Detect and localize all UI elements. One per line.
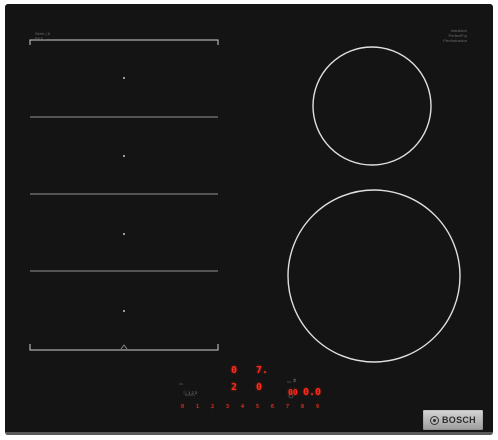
zone-display-bottom-left[interactable]: 2 [231, 383, 237, 393]
slider-step-0[interactable]: 0 [181, 404, 184, 410]
frame-bottom-strip [5, 432, 493, 435]
slider-step-2[interactable]: 2 [211, 404, 214, 410]
slider-step-1[interactable]: 1 [196, 404, 199, 410]
slider-step-4[interactable]: 4 [241, 404, 244, 410]
left-control-caption: ⓘ 1 2 3 [183, 390, 198, 395]
flex-zone-marker-1 [123, 77, 125, 79]
power-touch-slider[interactable]: 0 1 2 3 4 5 6 7 8 9 [177, 403, 327, 411]
slider-step-9[interactable]: 9 [316, 404, 319, 410]
timer-display[interactable]: 0.0 [303, 388, 321, 398]
slider-step-3[interactable]: 3 [226, 404, 229, 410]
series-sub-label: PXX... [35, 36, 47, 41]
zone-display-top-right[interactable]: 7. [256, 366, 268, 376]
slider-step-6[interactable]: 6 [271, 404, 274, 410]
timer-prefix-display: 00 [288, 388, 298, 397]
zone-display-top-left[interactable]: 0 [231, 366, 237, 376]
slider-step-7[interactable]: 7 [286, 404, 289, 410]
bosch-armature-icon [429, 415, 439, 425]
zone-display-bottom-right[interactable]: 0 [256, 383, 262, 393]
slider-step-5[interactable]: 5 [256, 404, 259, 410]
slider-step-8[interactable]: 8 [301, 404, 304, 410]
cooking-zone-top-right [312, 46, 432, 166]
brand-logo-text: BOSCH [441, 415, 476, 425]
feature-label-2: FlexInduction [443, 38, 467, 43]
flex-zone-arrow-mark [120, 344, 128, 350]
flex-zone-top-bracket [29, 39, 219, 45]
cooktop-glass: Serie | 8 PXX... Induktion PerfectFry Fl… [5, 4, 493, 435]
cooking-zones-graphic [29, 39, 461, 399]
flex-zone-marker-3 [123, 233, 125, 235]
brand-logo-plate: BOSCH [423, 410, 483, 430]
flex-zone-marker-2 [123, 155, 125, 157]
timer-icon[interactable]: ⏱ [293, 378, 296, 383]
cooking-zone-bottom-right [287, 189, 461, 363]
flex-zone-marker-4 [123, 310, 125, 312]
